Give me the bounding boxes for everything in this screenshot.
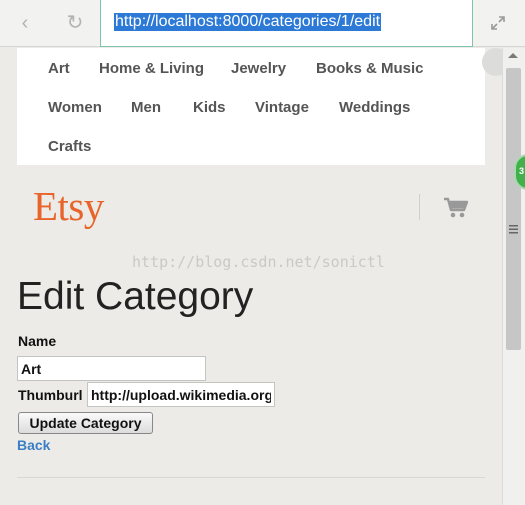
address-url[interactable]: http://localhost:8000/categories/1/edit xyxy=(114,13,382,31)
category-link-women[interactable]: Women xyxy=(48,99,102,116)
category-link-crafts[interactable]: Crafts xyxy=(48,138,91,155)
category-link-jewelry[interactable]: Jewelry xyxy=(231,60,286,77)
grip-icon xyxy=(509,225,518,234)
page-viewport: Art Home & Living Jewelry Books & Music … xyxy=(0,48,502,505)
category-link-men[interactable]: Men xyxy=(131,99,161,116)
browser-toolbar: ‹ ↻ http://localhost:8000/categories/1/e… xyxy=(0,0,525,47)
page-title: Edit Category xyxy=(17,275,254,318)
reload-icon[interactable]: ↻ xyxy=(62,10,88,36)
category-nav: Art Home & Living Jewelry Books & Music … xyxy=(17,48,502,165)
category-link-vintage[interactable]: Vintage xyxy=(255,99,309,116)
watermark: http://blog.csdn.net/sonictl xyxy=(132,253,385,271)
nav-toggle-dot[interactable] xyxy=(482,48,502,76)
category-link-weddings[interactable]: Weddings xyxy=(339,99,410,116)
update-category-button[interactable]: Update Category xyxy=(18,412,153,434)
name-label: Name xyxy=(18,333,57,349)
back-link[interactable]: Back xyxy=(17,437,50,453)
vertical-scrollbar[interactable] xyxy=(502,48,525,505)
category-link-home-living[interactable]: Home & Living xyxy=(99,60,204,77)
category-link-books-music[interactable]: Books & Music xyxy=(316,60,424,77)
footer-divider xyxy=(17,477,485,478)
name-input[interactable] xyxy=(17,356,206,381)
category-link-kids[interactable]: Kids xyxy=(193,99,226,116)
etsy-logo[interactable]: Etsy xyxy=(33,182,104,230)
thumburl-label: Thumburl xyxy=(18,387,83,403)
header-divider xyxy=(419,194,420,220)
scroll-up-arrow-icon[interactable] xyxy=(508,53,518,58)
category-link-art[interactable]: Art xyxy=(48,60,70,77)
scrollbar-thumb[interactable] xyxy=(506,68,521,350)
fullscreen-icon[interactable] xyxy=(487,12,509,34)
thumburl-input[interactable] xyxy=(87,382,275,407)
cart-icon[interactable] xyxy=(443,197,469,219)
address-bar[interactable]: http://localhost:8000/categories/1/edit xyxy=(100,0,473,47)
back-arrow-icon[interactable]: ‹ xyxy=(12,10,38,36)
